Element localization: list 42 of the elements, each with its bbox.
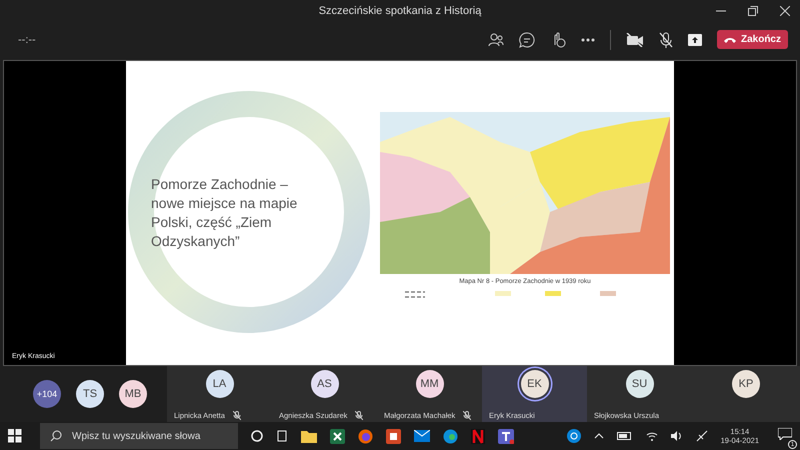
help-icon[interactable] [566, 429, 581, 444]
share-icon[interactable] [688, 34, 702, 46]
teams-icon[interactable] [498, 428, 514, 444]
spreadsheet-icon[interactable] [330, 428, 345, 444]
participant-avatar: MM [416, 370, 444, 398]
close-icon[interactable] [780, 6, 790, 16]
window-title: Szczecińskie spotkania z Historią [318, 4, 482, 17]
search-icon [50, 430, 62, 442]
participant-avatar: KP [732, 370, 760, 398]
overflow-count[interactable]: +104 [33, 380, 61, 408]
end-call-button[interactable]: Zakończ [717, 30, 788, 50]
call-timer: --:-- [18, 34, 36, 46]
camera-icon[interactable] [626, 32, 644, 47]
participant-avatar: TS [76, 380, 104, 408]
network-icon[interactable] [696, 430, 708, 442]
participants-icon[interactable] [488, 32, 504, 47]
slides-app-icon[interactable] [386, 428, 401, 444]
windows-start-icon[interactable] [8, 429, 22, 444]
participant-avatar: EK [520, 370, 548, 398]
participant-avatar: SU [626, 370, 654, 398]
participant-avatar: LA [206, 370, 234, 398]
streaming-app-icon[interactable] [471, 428, 485, 444]
chevron-up-icon[interactable] [594, 433, 604, 440]
cortana-icon[interactable] [251, 430, 263, 442]
participant-avatar: MB [119, 380, 147, 408]
folder-icon[interactable] [301, 429, 317, 444]
browser-icon[interactable] [443, 428, 458, 444]
task-view-icon[interactable] [276, 430, 288, 442]
phone-icon [724, 36, 736, 43]
mail-icon[interactable] [414, 430, 430, 442]
search-field[interactable]: Wpisz tu wyszukiwane słowa [40, 423, 238, 450]
more-icon[interactable] [581, 38, 595, 42]
microphone-icon[interactable] [659, 32, 673, 48]
notification-icon[interactable] [778, 428, 792, 440]
slide-heading: Pomorze Zachodnie – nowe miejsce na mapie Polski, część „Ziem Odzyskanych” [151, 175, 298, 252]
speaker-icon[interactable] [670, 431, 683, 442]
battery-icon [616, 432, 633, 440]
chat-icon[interactable] [519, 32, 535, 48]
browser-icon[interactable] [358, 428, 373, 444]
participant-avatar: AS [310, 370, 338, 398]
wifi-icon[interactable] [646, 431, 658, 442]
maximize-icon[interactable] [748, 6, 758, 16]
